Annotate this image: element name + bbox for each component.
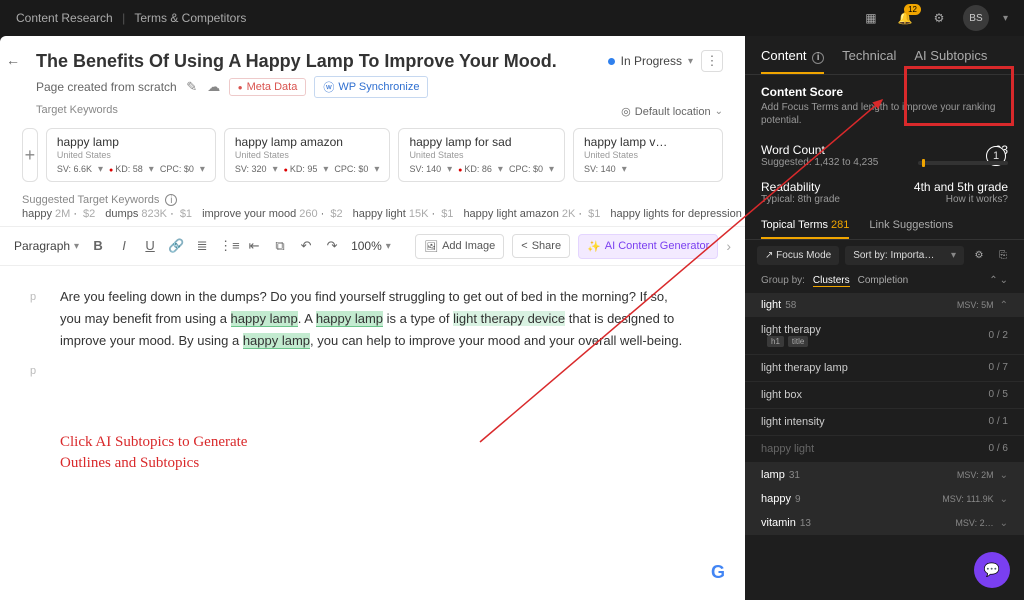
suggested-item[interactable]: happy light15K · $1 [353,208,454,220]
paragraph-select[interactable]: Paragraph ▾ [14,239,79,253]
keyword-card[interactable]: happy lamp amazonUnited States SV: 320 ▾… [224,128,391,182]
suggested-item[interactable]: happy2M · $2 [22,208,95,220]
keyword-card[interactable]: happy lamp v…United States SV: 140 ▾ [573,128,723,182]
highlighted-term: happy lamp [231,311,298,327]
tab-ai-subtopics[interactable]: AI Subtopics [914,48,987,74]
bold-button[interactable]: B [89,238,107,254]
page-menu-button[interactable]: ⋮ [701,50,723,72]
term-group-header[interactable]: vitamin13MSV: 2…⌄ [745,511,1024,535]
add-keyword-button[interactable]: + [22,128,38,182]
readability-typical: Typical: 8th grade [761,194,840,205]
share-button[interactable]: < Share [512,234,570,258]
meta-data-button[interactable]: Meta Data [229,78,307,96]
term-item[interactable]: light intensity0 / 1 [745,409,1024,436]
paragraph: Are you feeling down in the dumps? Do yo… [60,286,685,352]
group-completion[interactable]: Completion [858,275,909,286]
collapse-all-icon[interactable]: ⌃ [989,275,997,286]
page-title: The Benefits Of Using A Happy Lamp To Im… [22,51,557,72]
term-item[interactable]: light therapy lamp0 / 7 [745,355,1024,382]
group-by-label: Group by: [761,275,805,286]
suggested-item[interactable]: happy lights for depression110 [610,208,745,220]
term-group-header[interactable]: happy9MSV: 111.9K⌄ [745,487,1024,511]
term-group-header[interactable]: lamp31MSV: 2M⌄ [745,463,1024,487]
status-select[interactable]: In Progress ▾ [608,54,693,68]
cloud-icon[interactable]: ☁ [207,80,221,94]
content-score-hint: Add Focus Terms and length to improve yo… [761,101,1008,127]
add-image-button[interactable]: 🖼 Add Image [415,234,504,259]
settings-icon[interactable]: ⚙ [929,8,949,28]
readability-value: 4th and 5th grade [914,180,1008,194]
term-item[interactable]: light therapyh1title0 / 2 [745,317,1024,355]
google-icon[interactable]: G [711,557,725,588]
undo-button[interactable]: ↶ [297,238,315,254]
highlighted-term: happy lamp [243,333,310,349]
indent-button[interactable]: ⧉ [271,238,289,254]
default-location[interactable]: ◎ Default location ⌄ [621,105,723,118]
breadcrumb-a[interactable]: Content Research [16,11,113,25]
subtab-link-suggestions[interactable]: Link Suggestions [869,219,953,239]
notif-badge: 12 [904,4,921,15]
suggested-label: Suggested Target Keywordsi [0,188,745,208]
keyword-card[interactable]: happy lamp for sadUnited States SV: 140 … [398,128,565,182]
suggested-item[interactable]: improve your mood260 · $2 [202,208,343,220]
suggested-item[interactable]: dumps823K · $1 [105,208,192,220]
keyword-cards: + happy lampUnited States SV: 6.6K ▾ KD:… [0,122,745,188]
gear-icon[interactable]: ⚙ [970,246,988,264]
underline-button[interactable]: U [141,238,159,254]
breadcrumb: Content Research | Terms & Competitors [16,11,246,25]
edit-icon[interactable]: ✎ [185,80,199,94]
editor-content[interactable]: Are you feeling down in the dumps? Do yo… [0,266,745,600]
target-keywords-label: Target Keywords [22,104,723,116]
focus-mode-button[interactable]: ↗ Focus Mode [757,246,839,265]
avatar[interactable]: BS [963,5,989,31]
content-score-title: Content Score [761,85,1008,99]
toolbar-next-button[interactable]: › [726,238,731,254]
highlighted-term: happy lamp [316,311,383,327]
group-clusters[interactable]: Clusters [813,275,850,287]
term-group-header[interactable]: light58MSV: 5M⌃ [745,293,1024,317]
back-button[interactable]: ← [6,52,20,68]
paragraph [60,360,685,382]
keyword-card[interactable]: happy lampUnited States SV: 6.6K ▾ KD: 5… [46,128,216,182]
side-panel: 1 Content i Technical AI Subtopics Conte… [745,36,1024,600]
tab-technical[interactable]: Technical [842,48,896,74]
ai-generator-button[interactable]: ✨ AI Content Generator [578,234,718,259]
expand-all-icon[interactable]: ⌄ [1000,275,1008,286]
zoom-select[interactable]: 100% ▾ [351,239,391,253]
library-icon[interactable]: ▦ [861,8,881,28]
word-count-bar [918,161,1008,165]
main-panel: ← The Benefits Of Using A Happy Lamp To … [0,36,745,600]
bullet-list-button[interactable]: ⋮≡ [219,238,237,254]
term-item[interactable]: happy light0 / 6 [745,436,1024,463]
word-count-label: Word Count [761,143,878,157]
bell-icon[interactable]: 🔔12 [895,8,915,28]
sort-select[interactable]: Sort by: Importa…▾ [845,246,964,265]
readability-label: Readability [761,180,840,194]
highlighted-term: light therapy device [453,311,565,326]
suggested-item[interactable]: happy light amazon2K · $1 [463,208,600,220]
annotation-text: Click AI Subtopics to Generate Outlines … [60,432,685,474]
subtab-topical-terms[interactable]: Topical Terms281 [761,219,849,239]
word-count-suggested: Suggested: 1,432 to 4,235 [761,157,878,168]
editor-toolbar: Paragraph ▾ B I U 🔗 ≣ ⋮≡ ⇤ ⧉ ↶ ↷ 100% ▾ … [0,226,745,266]
how-it-works-link[interactable]: How it works? [914,194,1008,205]
term-item[interactable]: light box0 / 5 [745,382,1024,409]
numbered-list-button[interactable]: ≣ [193,238,211,254]
info-icon[interactable]: i [165,194,177,206]
tab-content[interactable]: Content i [761,48,824,74]
topbar: Content Research | Terms & Competitors ▦… [0,0,1024,36]
export-icon[interactable]: ⎘ [994,246,1012,264]
suggested-keywords: happy2M · $2 dumps823K · $1 improve your… [0,208,745,226]
info-icon: i [812,52,824,64]
italic-button[interactable]: I [115,238,133,254]
avatar-chevron-icon[interactable]: ▾ [1003,13,1008,24]
link-button[interactable]: 🔗 [167,238,185,254]
wp-sync-button[interactable]: WP Synchronize [314,76,428,98]
redo-button[interactable]: ↷ [323,238,341,254]
page-subtitle: Page created from scratch [36,80,177,94]
breadcrumb-b[interactable]: Terms & Competitors [134,11,246,25]
outdent-button[interactable]: ⇤ [245,238,263,254]
chat-button[interactable]: 💬 [974,552,1010,588]
